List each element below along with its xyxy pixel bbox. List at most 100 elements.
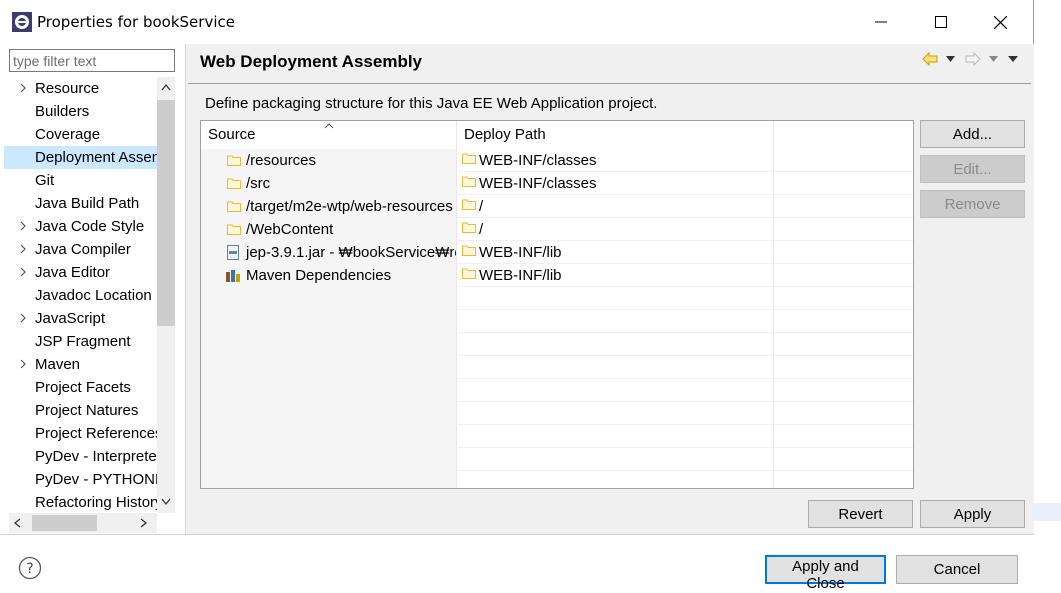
remove-button[interactable]: Remove: [920, 190, 1025, 218]
chevron-right-icon[interactable]: [18, 83, 28, 93]
table-row[interactable]: Maven Dependencies WEB-INF/lib: [201, 264, 913, 287]
tree-item[interactable]: Project Natures: [4, 399, 157, 422]
empty-table-row: [201, 287, 913, 310]
source-cell: [201, 425, 456, 448]
chevron-right-icon[interactable]: [18, 267, 28, 277]
chevron-right-icon[interactable]: [18, 359, 28, 369]
tree-item[interactable]: Builders: [4, 100, 157, 123]
source-text: /resources: [246, 152, 317, 169]
deploy-path-text: WEB-INF/classes: [479, 175, 597, 192]
tree-item[interactable]: JSP Fragment: [4, 330, 157, 353]
apply-button[interactable]: Apply: [920, 500, 1025, 528]
source-cell: [201, 402, 456, 425]
folder-icon: [462, 176, 476, 187]
tree-item[interactable]: Project Facets: [4, 376, 157, 399]
scroll-left-icon[interactable]: [13, 518, 21, 528]
back-arrow-icon[interactable]: [922, 52, 938, 66]
add-button[interactable]: Add...: [920, 120, 1025, 148]
tree-item[interactable]: Javadoc Location: [4, 284, 157, 307]
column-header-deploy-path[interactable]: Deploy Path: [457, 121, 774, 149]
maximize-button[interactable]: [921, 10, 961, 34]
source-text: Maven Dependencies: [246, 267, 392, 284]
tree-item[interactable]: PyDev - PYTHONPATH: [4, 468, 157, 491]
back-dropdown-icon[interactable]: [946, 56, 955, 62]
revert-button[interactable]: Revert: [808, 500, 913, 528]
chevron-right-icon[interactable]: [18, 313, 28, 323]
tree-item-label: Java Build Path: [35, 195, 140, 212]
cancel-button[interactable]: Cancel: [896, 555, 1018, 584]
empty-table-row: [201, 379, 913, 402]
source-text: /src: [246, 175, 271, 192]
close-button[interactable]: [980, 10, 1020, 34]
close-icon: [993, 15, 1007, 29]
tree-item[interactable]: Java Compiler: [4, 238, 157, 261]
deploy-path-cell: WEB-INF/lib: [457, 241, 773, 264]
tree-item[interactable]: Java Code Style: [4, 215, 157, 238]
sort-ascending-icon: [324, 123, 334, 129]
tree-item-label: JavaScript: [35, 310, 106, 327]
tree-vertical-scroll-thumb[interactable]: [157, 100, 175, 326]
source-cell: Maven Dependencies: [201, 264, 456, 287]
tree-item[interactable]: Git: [4, 169, 157, 192]
tree-horizontal-scroll-thumb[interactable]: [32, 515, 97, 531]
forward-arrow-icon[interactable]: [965, 52, 981, 66]
filter-input[interactable]: [9, 49, 175, 72]
folder-icon: [227, 224, 241, 235]
deploy-path-cell: WEB-INF/lib: [457, 264, 773, 287]
forward-dropdown-icon[interactable]: [989, 56, 998, 62]
source-cell: /src: [201, 172, 456, 195]
tree-item[interactable]: PyDev - Interpreter: [4, 445, 157, 468]
deploy-path-text: /: [479, 221, 484, 238]
tree-item[interactable]: JavaScript: [4, 307, 157, 330]
minimize-icon: [875, 21, 887, 23]
deployment-table[interactable]: Source Deploy Path /resources WEB-INF/cla…: [200, 120, 914, 489]
table-row[interactable]: /WebContent /: [201, 218, 913, 241]
table-row[interactable]: /target/m2e-wtp/web-resources /: [201, 195, 913, 218]
source-cell: [201, 333, 456, 356]
folder-icon: [462, 199, 476, 210]
apply-and-close-button[interactable]: Apply and Close: [765, 555, 886, 592]
deploy-path-cell: WEB-INF/classes: [457, 149, 773, 172]
scroll-up-icon[interactable]: [161, 83, 171, 91]
tree-item[interactable]: Deployment Assembly: [4, 146, 157, 169]
folder-icon: [227, 178, 241, 189]
minimize-button[interactable]: [861, 10, 901, 34]
tree-item-label: Coverage: [35, 126, 101, 143]
chevron-right-icon[interactable]: [18, 244, 28, 254]
page-description: Define packaging structure for this Java…: [205, 95, 658, 112]
tree-item[interactable]: Java Build Path: [4, 192, 157, 215]
source-cell: [201, 379, 456, 402]
empty-table-row: [201, 356, 913, 379]
column-header-source[interactable]: Source: [201, 121, 457, 149]
table-row[interactable]: /src WEB-INF/classes: [201, 172, 913, 195]
scroll-right-icon[interactable]: [140, 518, 148, 528]
scroll-down-icon[interactable]: [161, 498, 171, 506]
view-menu-icon[interactable]: [1008, 56, 1018, 62]
tree-item[interactable]: Java Editor: [4, 261, 157, 284]
table-row[interactable]: /resources WEB-INF/classes: [201, 149, 913, 172]
folder-icon: [462, 268, 476, 279]
deploy-path-text: /: [479, 198, 484, 215]
table-row[interactable]: jep-3.9.1.jar - ₩bookService₩resources WE…: [201, 241, 913, 264]
title-bar: Properties for bookService: [0, 0, 1034, 44]
deploy-path-cell: [457, 333, 773, 356]
tree-item[interactable]: Maven: [4, 353, 157, 376]
source-cell: /target/m2e-wtp/web-resources: [201, 195, 456, 218]
tree-item[interactable]: Project References: [4, 422, 157, 445]
help-icon[interactable]: ?: [18, 556, 42, 580]
tree-item-label: Project References: [35, 425, 157, 442]
empty-table-row: [201, 471, 913, 488]
tree-item[interactable]: Coverage: [4, 123, 157, 146]
tree-item[interactable]: Resource: [4, 77, 157, 100]
tree-item-label: Refactoring History: [35, 494, 157, 511]
edit-button[interactable]: Edit...: [920, 155, 1025, 183]
empty-table-row: [201, 402, 913, 425]
tree-item-label: Project Facets: [35, 379, 131, 396]
library-icon: [226, 270, 240, 282]
tree-item[interactable]: Refactoring History: [4, 491, 157, 513]
empty-table-row: [201, 425, 913, 448]
chevron-right-icon[interactable]: [18, 221, 28, 231]
folder-icon: [462, 153, 476, 164]
window-title: Properties for bookService: [37, 13, 235, 31]
empty-table-row: [201, 448, 913, 471]
